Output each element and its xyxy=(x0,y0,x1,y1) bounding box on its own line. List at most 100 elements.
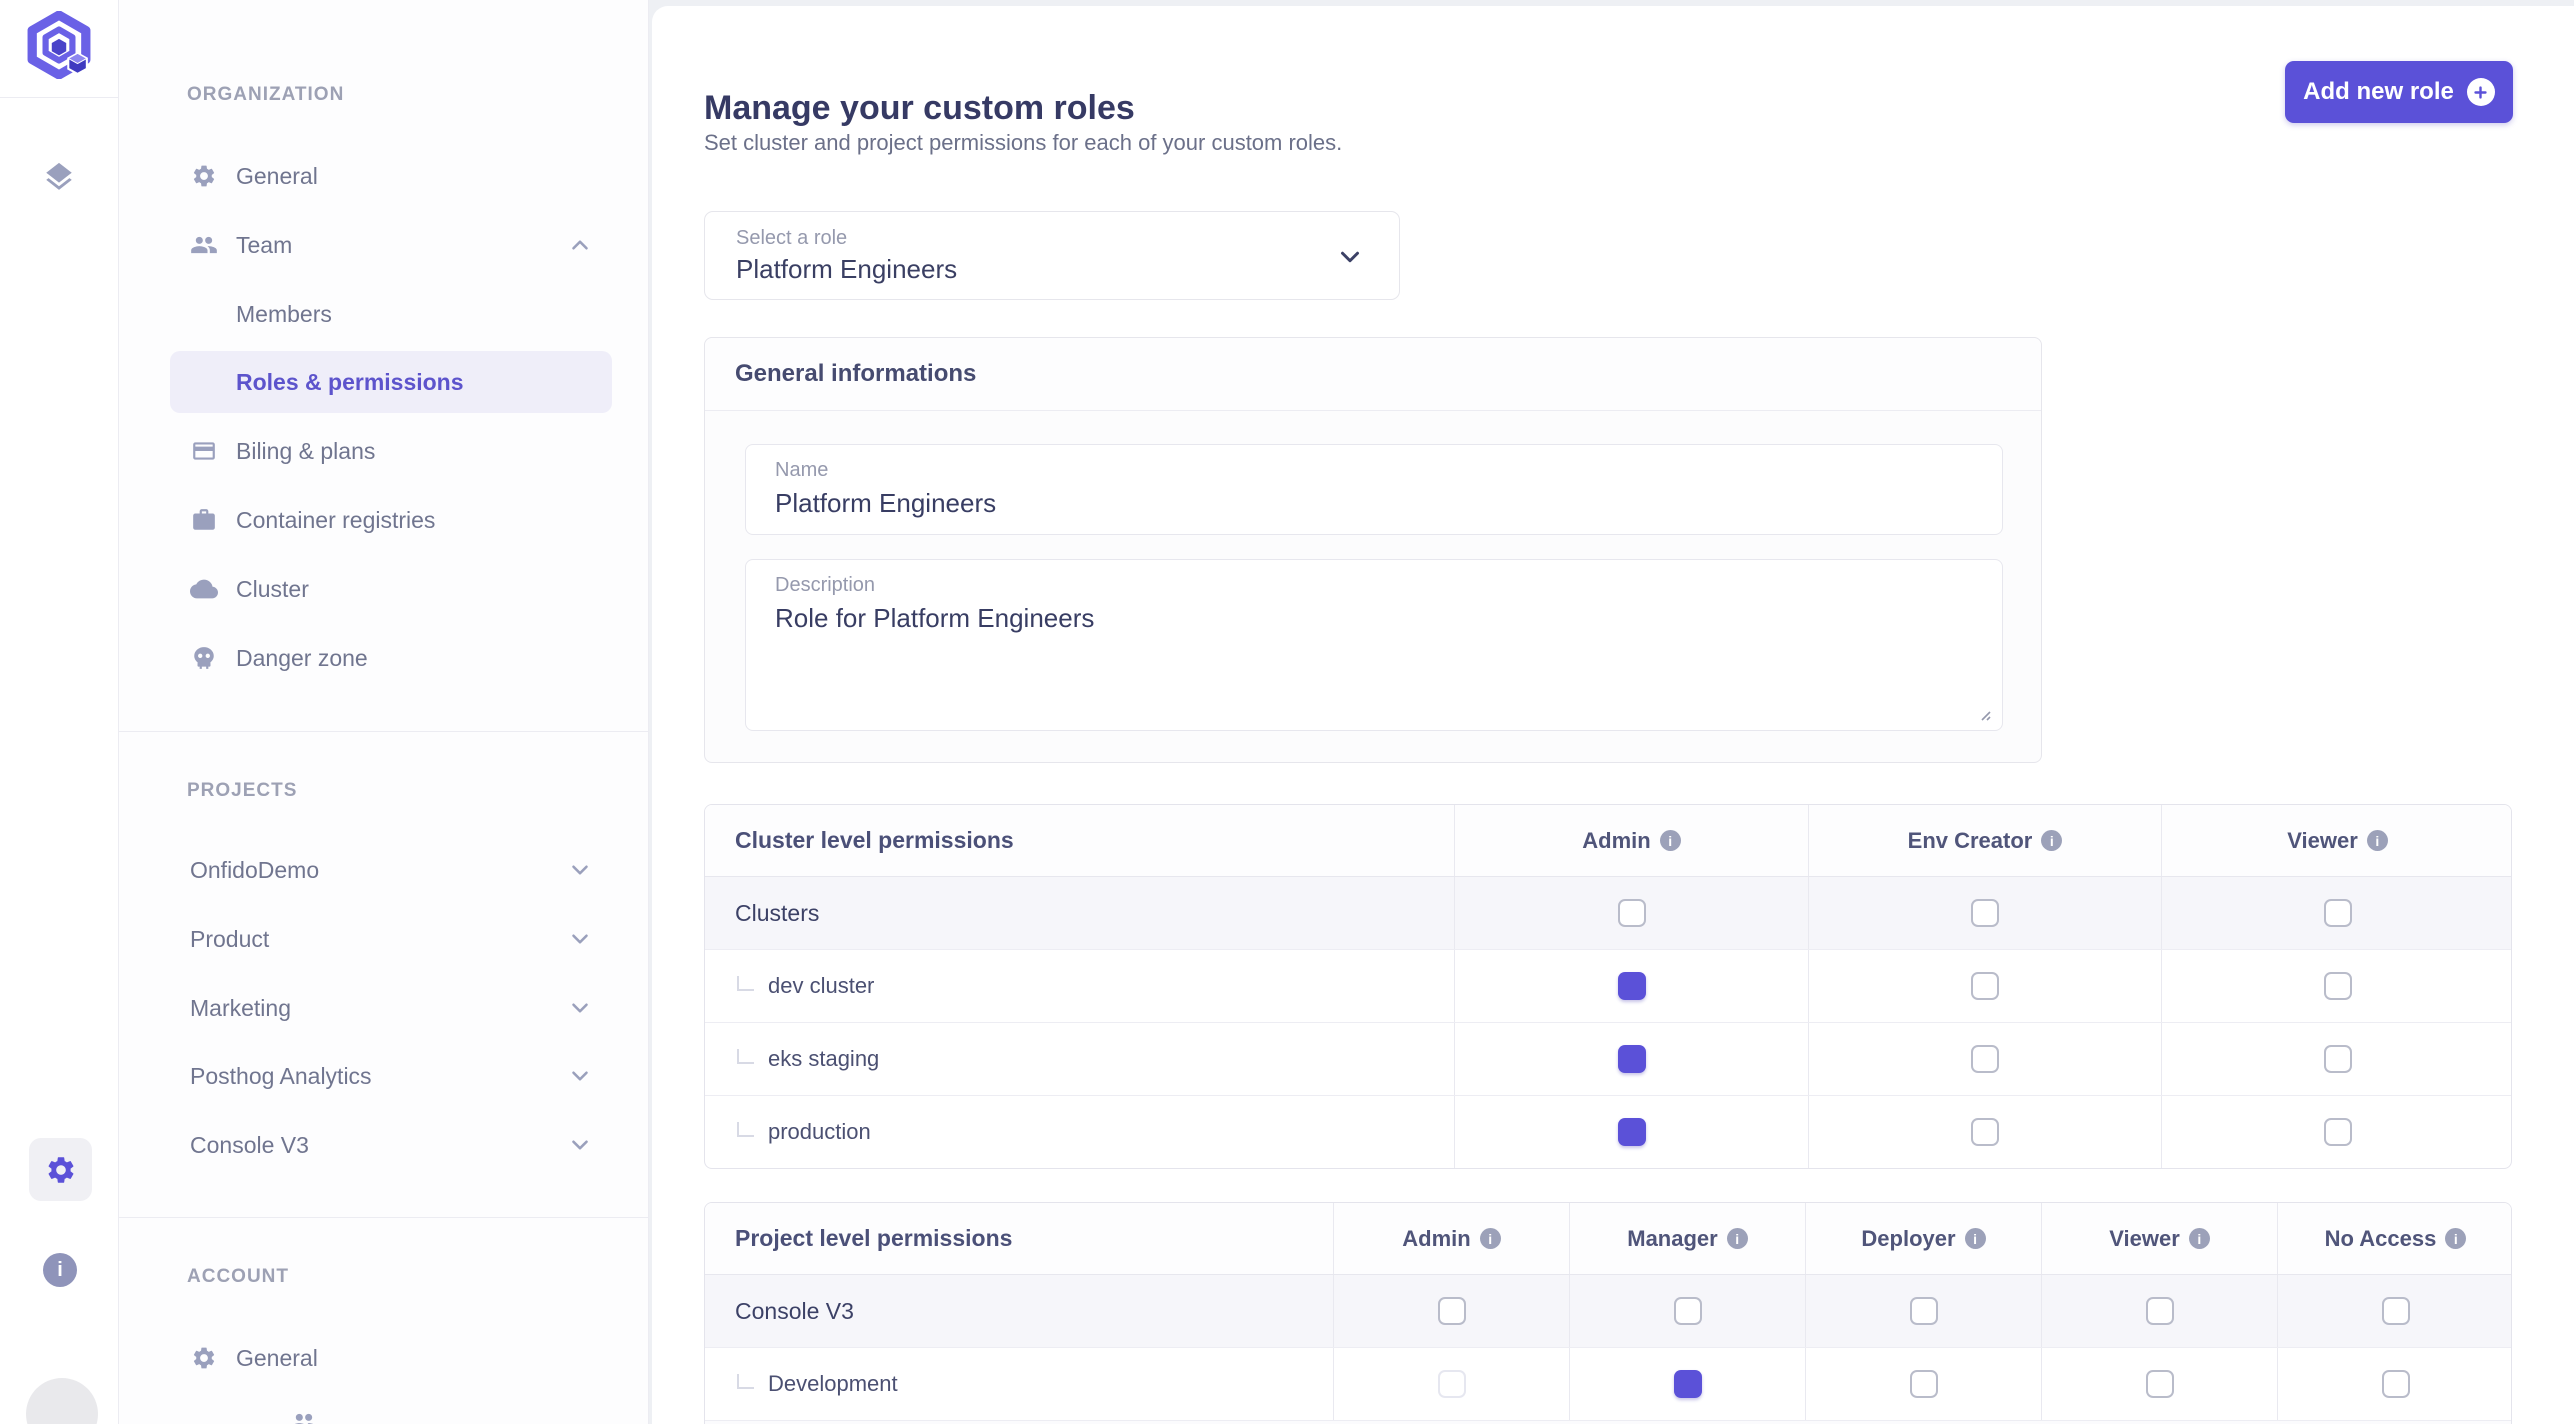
sidebar-item-label: General xyxy=(236,1344,318,1371)
permission-checkbox-unchecked[interactable] xyxy=(1909,1297,1938,1325)
checkbox-cell xyxy=(2277,1275,2511,1347)
info-icon[interactable]: i xyxy=(2366,830,2388,851)
info-icon[interactable]: i xyxy=(1479,1228,1501,1249)
column-header-manager: Manager i xyxy=(1569,1203,1805,1274)
sidebar-item-label: Posthog Analytics xyxy=(190,1062,372,1089)
sidebar-item-label: Product xyxy=(190,925,270,952)
column-header-admin: Admin i xyxy=(1454,805,1808,876)
sidebar-item-label: Container registries xyxy=(236,506,436,533)
sidebar-item-roles-permissions[interactable]: Roles & permissions xyxy=(170,351,612,413)
column-header-label: Deployer i xyxy=(1861,1226,1986,1252)
info-icon[interactable]: i xyxy=(2188,1228,2210,1249)
sidebar-item-danger-zone[interactable]: Danger zone xyxy=(170,627,612,689)
child-corner-icon xyxy=(737,1048,754,1064)
name-field[interactable]: Name Platform Engineers xyxy=(745,444,2003,535)
chevron-down-icon[interactable] xyxy=(566,856,594,884)
checkbox-cell xyxy=(1808,1023,2161,1095)
sidebar-item-label: Biling & plans xyxy=(236,437,376,464)
settings-gear-button[interactable] xyxy=(29,1138,92,1201)
sidebar-item-product[interactable]: Product xyxy=(170,908,612,970)
table-row-console-v3: Console V3 xyxy=(705,1275,2511,1348)
checkbox-cell xyxy=(1808,950,2161,1022)
column-header-label: Viewer i xyxy=(2109,1226,2210,1252)
checkbox-cell xyxy=(1805,1348,2041,1420)
sidebar-item-label: Marketing xyxy=(190,994,291,1021)
gear-icon xyxy=(190,162,218,190)
project-permissions-table: Project level permissions Admin i Manager i D… xyxy=(704,1202,2512,1424)
checkbox-cell xyxy=(1454,1096,1808,1168)
rail-divider xyxy=(0,97,118,98)
sidebar-item-cluster[interactable]: Cluster xyxy=(170,558,612,620)
page-title: Manage your custom roles xyxy=(704,88,1135,127)
checkbox-cell xyxy=(2161,1023,2511,1095)
section-label-projects: PROJECTS xyxy=(187,780,298,801)
permission-checkbox-unchecked[interactable] xyxy=(1617,899,1646,927)
users-icon[interactable] xyxy=(290,1408,322,1424)
permission-checkbox-unchecked[interactable] xyxy=(2145,1297,2174,1325)
permission-checkbox-unchecked[interactable] xyxy=(2381,1297,2410,1325)
permission-checkbox-disabled[interactable] xyxy=(1437,1370,1466,1398)
description-field-value: Role for Platform Engineers xyxy=(775,603,1095,633)
sidebar-item-members[interactable]: Members xyxy=(170,283,612,345)
row-label: production xyxy=(768,1119,871,1144)
info-icon[interactable]: i xyxy=(2041,830,2063,851)
add-new-role-button[interactable]: Add new role xyxy=(2285,61,2513,123)
info-icon[interactable]: i xyxy=(1726,1228,1748,1249)
icon-rail: i xyxy=(0,0,119,1424)
role-select-label: Select a role xyxy=(736,227,848,249)
sidebar-item-onfidodemo[interactable]: OnfidoDemo xyxy=(170,839,612,901)
permission-checkbox-unchecked[interactable] xyxy=(1971,1045,1999,1073)
row-label-cell: Console V3 xyxy=(705,1275,1333,1347)
info-icon[interactable]: i xyxy=(2445,1228,2467,1249)
chevron-down-icon[interactable] xyxy=(566,994,594,1022)
info-icon[interactable]: i xyxy=(1659,830,1681,851)
resize-handle-icon[interactable] xyxy=(1976,706,1992,722)
checkbox-cell xyxy=(1454,950,1808,1022)
sidebar-item-general[interactable]: General xyxy=(170,1327,612,1389)
column-header-label: Viewer i xyxy=(2287,828,2388,854)
avatar[interactable] xyxy=(26,1378,98,1424)
chevron-down-icon[interactable] xyxy=(566,1131,594,1159)
sidebar-item-console-v3[interactable]: Console V3 xyxy=(170,1114,612,1176)
permission-checkbox-checked[interactable] xyxy=(1617,972,1646,1000)
chevron-down-icon[interactable] xyxy=(566,1062,594,1090)
permission-checkbox-unchecked[interactable] xyxy=(2381,1370,2410,1398)
sidebar-item-posthog-analytics[interactable]: Posthog Analytics xyxy=(170,1045,612,1107)
permission-checkbox-unchecked[interactable] xyxy=(1673,1297,1702,1325)
permission-checkbox-checked[interactable] xyxy=(1617,1045,1646,1073)
description-field[interactable]: Description Role for Platform Engineers xyxy=(745,559,2003,731)
permission-checkbox-checked[interactable] xyxy=(1673,1370,1702,1398)
permission-checkbox-checked[interactable] xyxy=(1617,1118,1646,1146)
role-select-dropdown[interactable]: Select a role Platform Engineers xyxy=(704,211,1400,300)
permission-checkbox-unchecked[interactable] xyxy=(1909,1370,1938,1398)
permission-checkbox-unchecked[interactable] xyxy=(2323,899,2352,927)
permission-checkbox-unchecked[interactable] xyxy=(2323,972,2352,1000)
sidebar: ORGANIZATION General Team Members Roles & pe… xyxy=(118,0,649,1424)
table-title: Project level permissions xyxy=(735,1225,1013,1251)
permission-checkbox-unchecked[interactable] xyxy=(1437,1297,1466,1325)
permission-checkbox-unchecked[interactable] xyxy=(1971,899,1999,927)
chevron-up-icon[interactable] xyxy=(566,231,594,259)
permission-checkbox-unchecked[interactable] xyxy=(1971,1118,1999,1146)
sidebar-item-general[interactable]: General xyxy=(170,145,612,207)
permission-checkbox-unchecked[interactable] xyxy=(2323,1045,2352,1073)
sidebar-item-marketing[interactable]: Marketing xyxy=(170,977,612,1039)
checkbox-cell xyxy=(2041,1275,2277,1347)
sidebar-item-biling-plans[interactable]: Biling & plans xyxy=(170,420,612,482)
checkbox-cell xyxy=(1333,1275,1569,1347)
sidebar-item-container-registries[interactable]: Container registries xyxy=(170,489,612,551)
info-icon[interactable]: i xyxy=(43,1253,77,1287)
permission-checkbox-unchecked[interactable] xyxy=(2323,1118,2352,1146)
checkbox-cell xyxy=(2041,1348,2277,1420)
sidebar-item-team[interactable]: Team xyxy=(170,214,612,276)
role-select-value: Platform Engineers xyxy=(736,254,958,284)
qovery-logo-icon[interactable] xyxy=(26,10,92,80)
info-icon[interactable]: i xyxy=(1964,1228,1986,1249)
chevron-down-icon[interactable] xyxy=(566,925,594,953)
row-label-cell: Development xyxy=(705,1348,1333,1420)
permission-checkbox-unchecked[interactable] xyxy=(2145,1370,2174,1398)
permission-checkbox-unchecked[interactable] xyxy=(1971,972,1999,1000)
row-label-cell: Clusters xyxy=(705,877,1454,949)
layers-icon[interactable] xyxy=(41,159,77,195)
users-icon xyxy=(190,231,218,259)
